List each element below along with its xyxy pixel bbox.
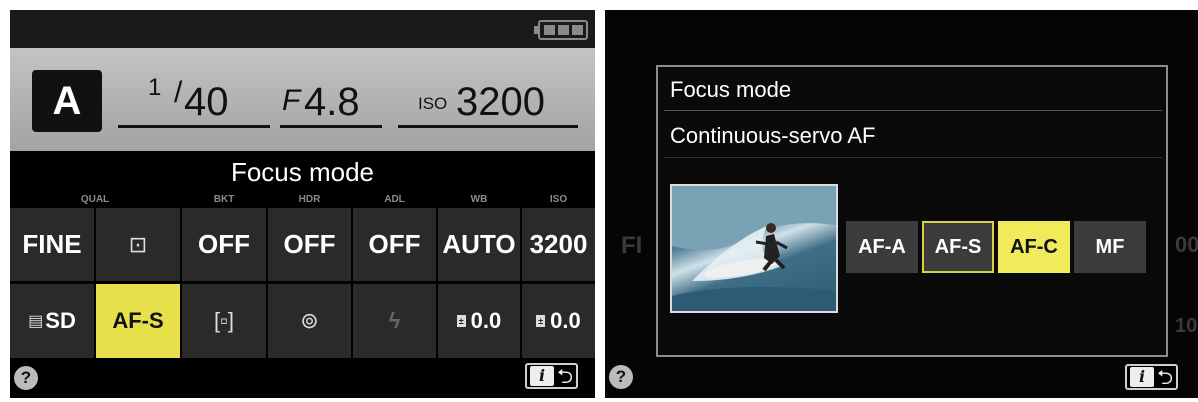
help-icon[interactable]: ? xyxy=(609,365,633,389)
focus-mode-dialog: Focus mode Continuous-servo AF AF-A AF-S… xyxy=(656,65,1168,357)
bracketing-cell[interactable]: OFF xyxy=(182,208,266,281)
info-screen: A 1 / 40 F 4.8 ISO 3200 Focus mode QUAL … xyxy=(10,10,595,398)
info-back-button[interactable]: i ⮌ xyxy=(1125,364,1179,390)
focus-mode-cell[interactable]: AF-S xyxy=(96,284,180,358)
info-icon: i xyxy=(530,366,554,386)
setting-title: Focus mode xyxy=(230,157,375,187)
focus-mode-menu-screen: FI 00 10 Focus mode Continuous-servo AF … xyxy=(605,10,1198,398)
column-label-qual: QUAL xyxy=(80,194,110,205)
flash-icon: ϟ xyxy=(388,308,401,333)
info-icon: i xyxy=(1130,367,1154,387)
flash-comp-icon: ± xyxy=(456,315,466,327)
af-area-cell[interactable]: [▫] xyxy=(182,284,266,358)
card-label: SD xyxy=(45,308,76,333)
battery-icon xyxy=(534,20,588,40)
option-af-c[interactable]: AF-C xyxy=(998,221,1070,273)
option-af-a[interactable]: AF-A xyxy=(846,221,918,273)
white-balance-cell[interactable]: AUTO xyxy=(438,208,520,281)
memory-card-icon: ▤ xyxy=(28,313,44,330)
column-label-bkt: BKT xyxy=(213,194,235,205)
background-text: 00 xyxy=(1175,232,1198,257)
flash-comp-cell[interactable]: ± 0.0 xyxy=(438,284,520,358)
column-label-hdr: HDR xyxy=(298,194,321,205)
hdr-cell[interactable]: OFF xyxy=(268,208,351,281)
option-mf[interactable]: MF xyxy=(1074,221,1146,273)
card-cell[interactable]: ▤ SD xyxy=(10,284,94,358)
divider xyxy=(664,110,1162,111)
shutter-denominator: 40 xyxy=(184,80,229,124)
dialog-title: Focus mode xyxy=(670,77,792,102)
background-text: FI xyxy=(621,232,643,259)
exposure-comp-value: 0.0 xyxy=(550,308,581,333)
exposure-comp-cell[interactable]: ± 0.0 xyxy=(522,284,595,358)
preview-image xyxy=(670,184,838,313)
back-arrow-icon: ⮌ xyxy=(1157,365,1174,389)
column-label-iso: ISO xyxy=(549,194,568,205)
surfer-illustration xyxy=(672,186,836,311)
bottom-bar: ? i ⮌ xyxy=(10,358,595,398)
status-bar xyxy=(10,10,595,48)
dialog-subtitle: Continuous-servo AF xyxy=(670,123,876,148)
exposure-comp-icon: ± xyxy=(536,315,546,327)
iso-value: 3200 xyxy=(456,80,545,124)
adl-cell[interactable]: OFF xyxy=(353,208,436,281)
flash-mode-cell[interactable]: ϟ xyxy=(353,284,436,358)
divider xyxy=(664,157,1162,158)
iso-label: ISO xyxy=(418,94,448,113)
column-label-wb: WB xyxy=(470,194,488,205)
iso-sensitivity: ISO 3200 xyxy=(398,74,578,128)
iso-cell[interactable]: 3200 xyxy=(522,208,595,281)
aperture: F 4.8 xyxy=(280,74,382,128)
metering-cell[interactable]: ⊚ xyxy=(268,284,351,358)
exposure-panel: A 1 / 40 F 4.8 ISO 3200 xyxy=(10,48,595,151)
shutter-slash: / xyxy=(174,76,183,109)
flash-comp-value: 0.0 xyxy=(470,308,502,333)
column-label-adl: ADL xyxy=(384,194,405,205)
aperture-prefix: F xyxy=(282,84,301,117)
info-back-button[interactable]: i ⮌ xyxy=(525,363,579,389)
shutter-speed: 1 / 40 xyxy=(118,74,270,128)
help-icon[interactable]: ? xyxy=(14,366,38,390)
image-size-cell[interactable]: ⊡ xyxy=(96,208,180,281)
shooting-mode: A xyxy=(32,70,102,132)
image-size-icon: ⊡ xyxy=(128,231,148,257)
back-arrow-icon: ⮌ xyxy=(557,364,574,388)
image-quality-cell[interactable]: FINE xyxy=(10,208,94,281)
metering-icon: ⊚ xyxy=(300,308,319,333)
background-text: 10 xyxy=(1175,315,1198,337)
option-af-s[interactable]: AF-S xyxy=(922,221,994,273)
aperture-value: 4.8 xyxy=(304,80,360,124)
shutter-numerator: 1 xyxy=(148,74,162,101)
af-area-icon: [▫] xyxy=(213,308,235,333)
